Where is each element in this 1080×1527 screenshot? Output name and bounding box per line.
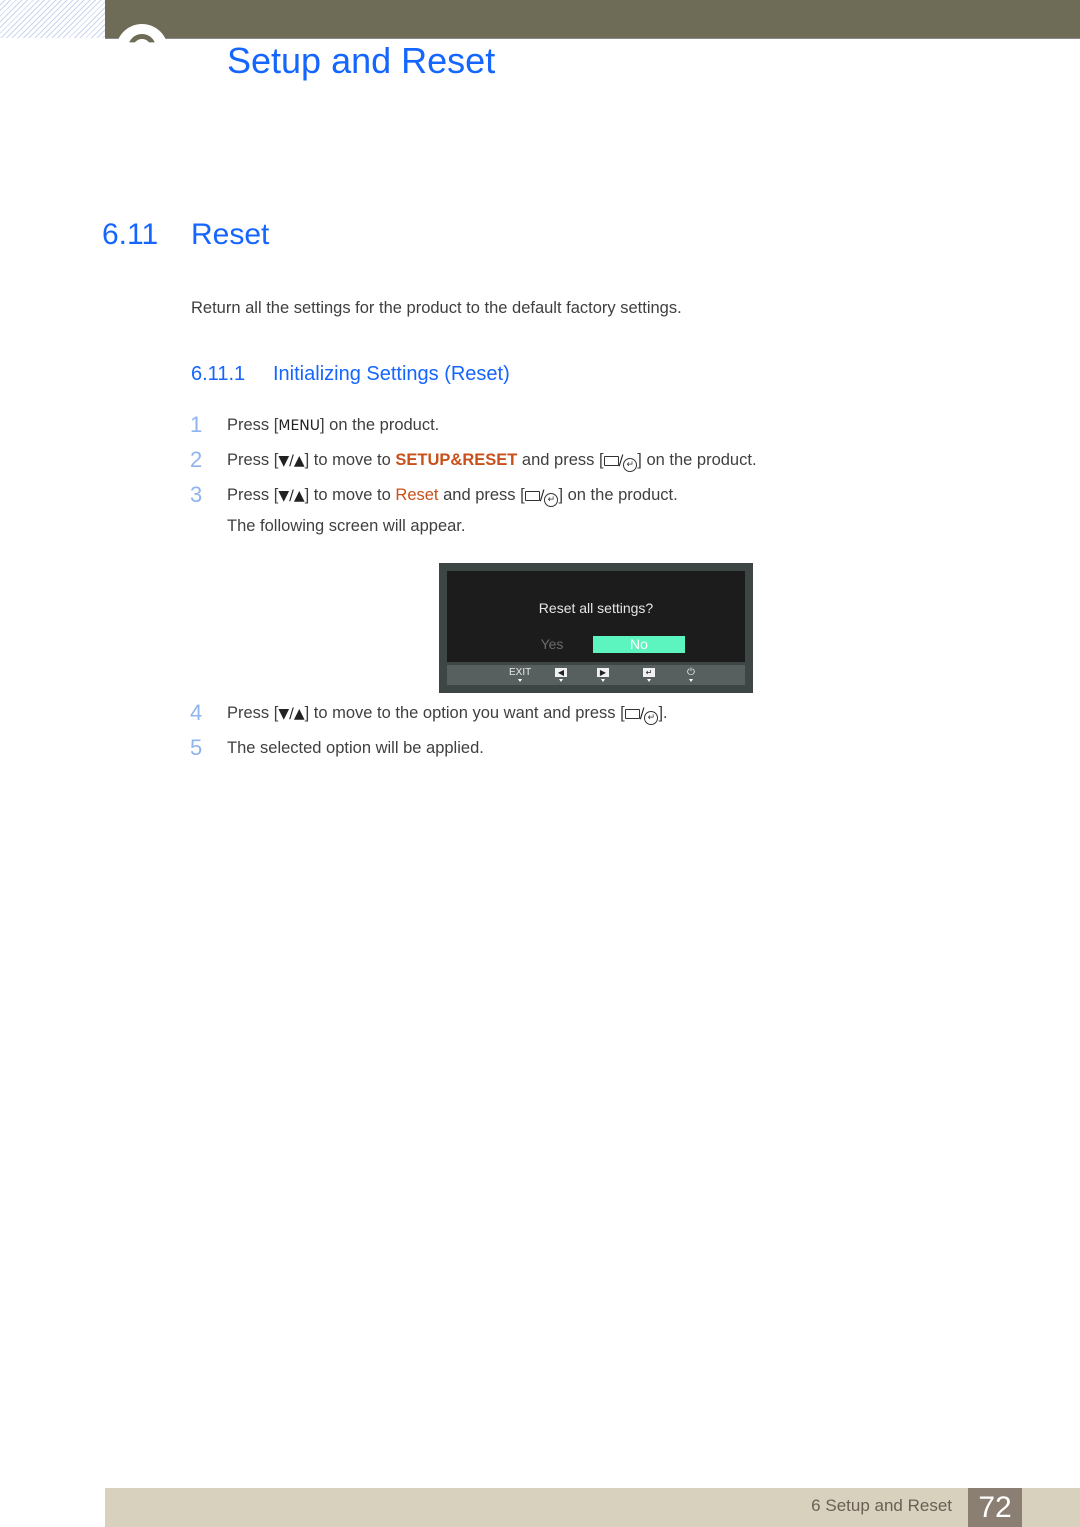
chapter-title: Setup and Reset <box>227 40 496 81</box>
step-1: 1 Press [MENU] on the product. <box>190 412 439 438</box>
osd-option-no-selected: No <box>593 636 685 653</box>
osd-power-button: ⏻ <box>687 667 695 682</box>
step-5: 5 The selected option will be applied. <box>190 735 484 761</box>
osd-button-bar: EXIT ◀ ▶ ↵ ⏻ <box>447 665 745 685</box>
step-text: ] to move to <box>304 486 396 504</box>
header-hatch-decoration <box>0 0 105 38</box>
osd-reset-dialog: Reset all settings? Yes No EXIT ◀ ▶ ↵ ⏻ <box>439 563 753 693</box>
step-text: Press [ <box>227 486 279 504</box>
menu-highlight: SETUP&RESET <box>395 451 518 469</box>
right-arrow-icon: ▶ <box>597 668 609 677</box>
step-number: 2 <box>190 447 203 472</box>
osd-exit-button: EXIT <box>509 667 531 682</box>
step-text: Press [ <box>227 704 279 722</box>
source-button-icon <box>524 491 540 501</box>
step-text: ] on the product. <box>637 451 757 469</box>
section-title: Reset <box>191 218 270 251</box>
step-2: 2 Press [▼/▲] to move to SETUP&RESET and … <box>190 447 757 472</box>
step-text: ] on the product. <box>320 416 440 434</box>
menu-highlight: Reset <box>395 486 439 504</box>
step-4: 4 Press [▼/▲] to move to the option you w… <box>190 700 668 725</box>
osd-option-yes: Yes <box>540 636 564 652</box>
menu-key-label: MENU <box>278 418 321 434</box>
step-number: 3 <box>190 482 203 507</box>
section-number: 6.11 <box>102 218 159 251</box>
step-3-note: The following screen will appear. <box>227 517 466 535</box>
enter-button-icon: ↵ <box>544 493 559 507</box>
page-footer: 6 Setup and Reset <box>105 1488 1080 1527</box>
enter-button-icon: ↵ <box>644 711 659 725</box>
power-icon: ⏻ <box>687 667 695 678</box>
osd-left-button: ◀ <box>555 667 567 682</box>
subsection-title: Initializing Settings (Reset) <box>273 363 510 385</box>
source-button-icon <box>603 456 619 466</box>
osd-question: Reset all settings? <box>538 600 654 616</box>
step-text: and press [ <box>438 486 525 504</box>
chapter-badge-icon <box>116 24 168 76</box>
down-up-arrow-icon: ▼/▲ <box>278 706 305 722</box>
step-text: ] on the product. <box>558 486 678 504</box>
step-number: 1 <box>190 412 203 437</box>
osd-panel: Reset all settings? Yes No <box>447 571 745 662</box>
exit-label: EXIT <box>509 667 532 678</box>
step-text: The selected option will be applied. <box>227 739 484 757</box>
step-text: ] to move to <box>304 451 396 469</box>
down-up-arrow-icon: ▼/▲ <box>278 453 305 469</box>
down-up-arrow-icon: ▼/▲ <box>278 488 305 504</box>
step-text: Press [ <box>227 451 279 469</box>
step-number: 4 <box>190 700 203 725</box>
enter-button-icon: ↵ <box>623 458 638 472</box>
step-text: and press [ <box>517 451 604 469</box>
source-button-icon <box>624 709 640 719</box>
enter-icon: ↵ <box>643 668 655 677</box>
left-arrow-icon: ◀ <box>555 668 567 677</box>
page-number: 72 <box>968 1488 1022 1527</box>
header-bar <box>105 0 1080 39</box>
step-number: 5 <box>190 735 203 760</box>
step-text: Press [ <box>227 416 279 434</box>
subsection-number: 6.11.1 <box>191 363 246 385</box>
step-text: ] to move to the option you want and pre… <box>304 704 625 722</box>
step-3: 3 Press [▼/▲] to move to Reset and press … <box>190 482 678 507</box>
osd-enter-button: ↵ <box>643 667 655 682</box>
step-text: ]. <box>658 704 668 722</box>
section-intro: Return all the settings for the product … <box>191 299 682 317</box>
footer-chapter-label: 6 Setup and Reset <box>811 1496 952 1515</box>
osd-right-button: ▶ <box>597 667 609 682</box>
